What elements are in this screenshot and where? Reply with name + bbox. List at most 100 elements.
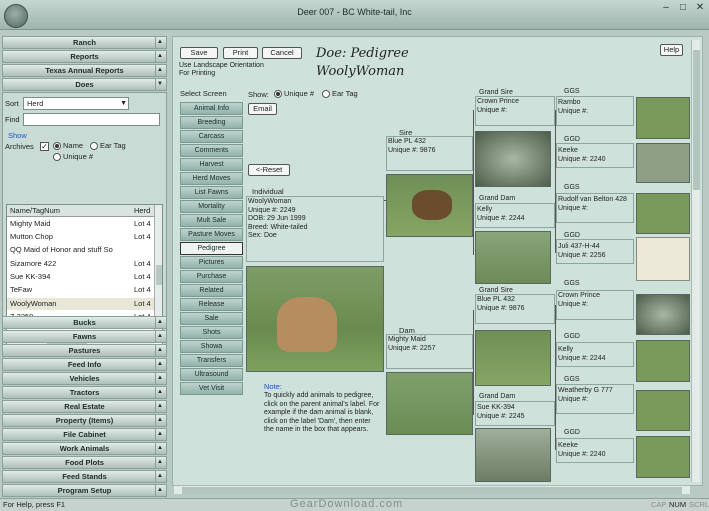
ggd-2-empty-photo[interactable] — [636, 237, 690, 281]
ggs-4-label[interactable]: GGS — [564, 376, 580, 383]
tab-comments[interactable]: Comments — [180, 144, 243, 157]
tab-animal-info[interactable]: Animal Info — [180, 102, 243, 115]
help-button[interactable]: Help — [660, 44, 683, 56]
deer-image — [277, 297, 337, 352]
menu-texas-annual-reports[interactable]: Texas Annual Reports ▲ — [2, 64, 167, 77]
ggd-2-label[interactable]: GGD — [564, 232, 580, 239]
menu-pastures[interactable]: Pastures ▲ — [2, 344, 167, 357]
menu-does[interactable]: Does ▼ — [2, 78, 167, 91]
ggs-2-label[interactable]: GGS — [564, 184, 580, 191]
scroll-thumb[interactable] — [156, 265, 162, 285]
grand-dam-2-label[interactable]: Grand Dam — [479, 393, 515, 400]
ggd-4-photo[interactable] — [636, 436, 690, 478]
tab-mortality[interactable]: Mortality — [180, 200, 243, 213]
cancel-button[interactable]: Cancel — [262, 47, 302, 59]
ggs-4-photo[interactable] — [636, 390, 690, 431]
menu-feed-stands[interactable]: Feed Stands ▲ — [2, 470, 167, 483]
tab-showa[interactable]: Showa — [180, 340, 243, 353]
show-link[interactable]: Show — [8, 131, 27, 140]
menu-real-estate[interactable]: Real Estate ▲ — [2, 400, 167, 413]
grand-sire-photo[interactable] — [475, 131, 551, 187]
ggs-3-label[interactable]: GGS — [564, 280, 580, 287]
sire-photo[interactable] — [386, 174, 473, 237]
ggd-3-label[interactable]: GGD — [564, 333, 580, 340]
unique-radio[interactable]: Unique # — [53, 152, 93, 162]
menu-ranch[interactable]: Ranch ▲ — [2, 36, 167, 49]
menu-property-items[interactable]: Property (Items) ▲ — [2, 414, 167, 427]
archives-checkbox[interactable]: ✓ — [40, 142, 49, 151]
menu-file-cabinet[interactable]: File Cabinet ▲ — [2, 428, 167, 441]
list-item[interactable]: Sue KK-394 Lot 4 — [7, 271, 155, 283]
tab-purchase[interactable]: Purchase — [180, 270, 243, 283]
tab-sale[interactable]: Sale — [180, 312, 243, 325]
menu-work-animals[interactable]: Work Animals ▲ — [2, 442, 167, 455]
save-button[interactable]: Save — [180, 47, 218, 59]
list-item-selected[interactable]: WoolyWoman Lot 4 — [7, 298, 155, 310]
tab-ultrasound[interactable]: Ultrasound — [180, 368, 243, 381]
individual-label[interactable]: Individual — [252, 187, 284, 196]
tab-vet-visit[interactable]: Vet Visit — [180, 382, 243, 395]
menu-food-plots[interactable]: Food Plots ▲ — [2, 456, 167, 469]
grand-dam-2-photo[interactable] — [475, 428, 551, 482]
dam-photo[interactable] — [386, 372, 473, 435]
menu-reports[interactable]: Reports ▲ — [2, 50, 167, 63]
tab-harvest[interactable]: Harvest — [180, 158, 243, 171]
list-item[interactable]: Sizamore 422 Lot 4 — [7, 258, 155, 270]
list-item[interactable]: Mutton Chop Lot 4 — [7, 231, 155, 243]
content-vertical-scrollbar[interactable] — [691, 40, 700, 482]
tab-pasture-moves[interactable]: Pasture Moves — [180, 228, 243, 241]
email-button[interactable]: Email — [248, 103, 277, 115]
scroll-thumb[interactable] — [693, 50, 700, 190]
print-button[interactable]: Print — [223, 47, 258, 59]
maximize-button[interactable]: □ — [674, 2, 692, 15]
list-item[interactable]: Mighty Maid Lot 4 — [7, 218, 155, 230]
tab-transfers[interactable]: Transfers — [180, 354, 243, 367]
name-radio[interactable]: Name — [53, 141, 83, 151]
ggd-3-photo[interactable] — [636, 340, 690, 382]
ear-tag-radio[interactable]: Ear Tag — [90, 141, 126, 151]
ggd-4-label[interactable]: GGD — [564, 429, 580, 436]
individual-photo[interactable] — [246, 266, 384, 372]
tab-related[interactable]: Related — [180, 284, 243, 297]
connector-line — [555, 305, 556, 450]
ggd-label[interactable]: GGD — [564, 136, 580, 143]
tab-herd-moves[interactable]: Herd Moves — [180, 172, 243, 185]
close-button[interactable]: ✕ — [691, 2, 709, 15]
tab-mult-sale[interactable]: Mult Sale — [180, 214, 243, 227]
tab-pedigree[interactable]: Pedigree — [180, 242, 243, 255]
menu-bucks[interactable]: Bucks ▲ — [2, 316, 167, 329]
tab-breeding[interactable]: Breeding — [180, 116, 243, 129]
sort-select[interactable]: Herd ▼ — [23, 97, 129, 110]
menu-feed-info[interactable]: Feed Info ▲ — [2, 358, 167, 371]
list-item[interactable]: TeFaw Lot 4 — [7, 284, 155, 296]
grand-dam-photo[interactable] — [475, 231, 551, 284]
ggd-photo[interactable] — [636, 143, 690, 183]
reset-button[interactable]: <-Reset — [248, 164, 290, 176]
grand-sire-2-label[interactable]: Grand Sire — [479, 287, 513, 294]
grand-sire-2-photo[interactable] — [475, 330, 551, 386]
menu-fawns[interactable]: Fawns ▲ — [2, 330, 167, 343]
grand-dam-label[interactable]: Grand Dam — [479, 195, 515, 202]
content-horizontal-scrollbar[interactable] — [174, 485, 690, 494]
menu-program-setup[interactable]: Program Setup ▲ — [2, 484, 167, 497]
menu-tractors[interactable]: Tractors ▲ — [2, 386, 167, 399]
grand-sire-label[interactable]: Grand Sire — [479, 89, 513, 96]
minimize-button[interactable]: – — [657, 2, 675, 15]
scroll-thumb[interactable] — [182, 487, 682, 494]
tab-list-fawns[interactable]: List Fawns — [180, 186, 243, 199]
grand-dam-info: Kelly Unique #: 2244 — [477, 206, 525, 222]
tab-shots[interactable]: Shots — [180, 326, 243, 339]
unique-number-radio[interactable]: Unique # — [274, 89, 314, 99]
tab-release[interactable]: Release — [180, 298, 243, 311]
tab-pictures[interactable]: Pictures — [180, 256, 243, 269]
ear-tag-show-radio[interactable]: Ear Tag — [322, 89, 358, 99]
tab-carcass[interactable]: Carcass — [180, 130, 243, 143]
menu-vehicles[interactable]: Vehicles ▲ — [2, 372, 167, 385]
find-input[interactable] — [23, 113, 160, 126]
ggs-photo[interactable] — [636, 97, 690, 139]
ggs-3-photo[interactable] — [636, 294, 690, 335]
title-bar: Deer 007 - BC White-tail, Inc – □ ✕ — [0, 0, 709, 30]
ggs-label[interactable]: GGS — [564, 88, 580, 95]
ggs-2-photo[interactable] — [636, 193, 690, 234]
list-item[interactable]: QQ Maid of Honor and stuff So — [7, 244, 155, 256]
